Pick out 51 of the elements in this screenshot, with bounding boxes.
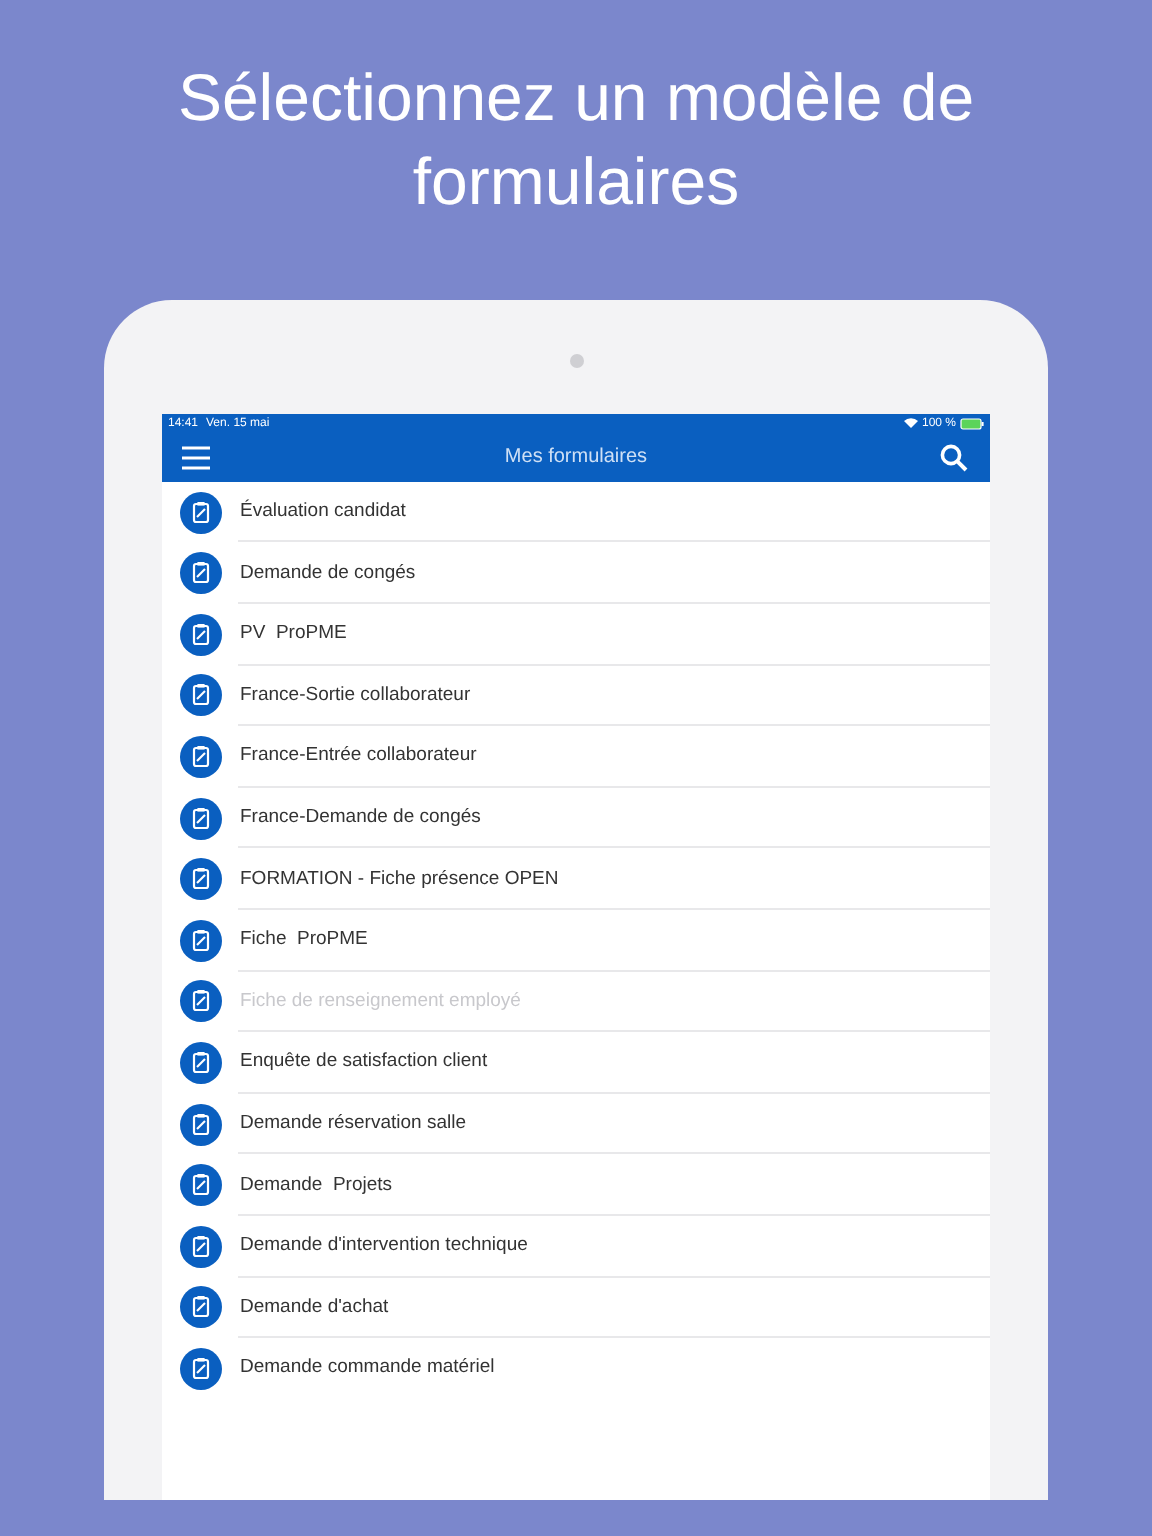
search-icon <box>940 443 968 472</box>
form-icon <box>180 919 222 962</box>
form-list-item[interactable]: Demande commande matériel <box>162 1338 990 1400</box>
form-label: Demande d'intervention technique <box>240 1232 528 1261</box>
form-list-item[interactable]: FORMATION - Fiche présence OPEN <box>162 848 990 910</box>
form-list-item[interactable]: Évaluation candidat <box>162 481 990 543</box>
form-icon <box>180 1041 222 1084</box>
form-icon <box>180 858 222 901</box>
battery-icon <box>960 417 984 430</box>
form-label: France-Demande de congés <box>240 803 481 832</box>
form-icon <box>180 1286 222 1329</box>
form-label: France-Sortie collaborateur <box>240 681 471 710</box>
form-list-item[interactable]: PV ProPME <box>162 603 990 666</box>
form-icon <box>180 1225 222 1268</box>
form-icon <box>180 797 222 840</box>
form-label: France-Entrée collaborateur <box>240 742 477 771</box>
form-label: Demande de congés <box>240 559 416 588</box>
form-list-item[interactable]: Demande d'achat <box>162 1277 990 1339</box>
form-list-item[interactable]: Demande d'intervention technique <box>162 1215 990 1278</box>
form-icon <box>180 980 222 1023</box>
nav-title: Mes formulaires <box>502 444 650 473</box>
form-icon <box>180 674 222 717</box>
menu-icon <box>182 445 210 470</box>
form-label: PV ProPME <box>240 620 347 649</box>
form-list-item[interactable]: Enquête de satisfaction client <box>162 1032 990 1094</box>
form-label: Demande commande matériel <box>240 1354 495 1383</box>
form-list-item[interactable]: France-Entrée collaborateur <box>162 726 990 788</box>
wifi-icon <box>903 418 918 429</box>
form-list-item[interactable]: France-Sortie collaborateur <box>162 665 990 727</box>
form-icon <box>180 1164 222 1207</box>
form-list-item[interactable]: Fiche ProPME <box>162 909 990 972</box>
form-icon <box>180 491 222 534</box>
form-label: Enquête de satisfaction client <box>240 1048 488 1077</box>
form-icon <box>180 1103 222 1146</box>
form-icon <box>180 735 222 778</box>
form-icon <box>180 1347 222 1390</box>
form-label: Demande d'achat <box>240 1293 389 1322</box>
form-label: Fiche ProPME <box>240 926 368 955</box>
form-label: FORMATION - Fiche présence OPEN <box>240 865 559 894</box>
headline: Sélectionnez un modèle de formulaires <box>176 58 976 222</box>
form-list-item[interactable]: France-Demande de congés <box>162 787 990 849</box>
form-list-item[interactable]: Demande de congés <box>162 542 990 604</box>
search-button[interactable] <box>940 442 970 473</box>
form-list-item[interactable]: Demande Projets <box>162 1154 990 1216</box>
form-label: Demande Projets <box>240 1171 393 1199</box>
form-label: Demande réservation salle <box>240 1109 467 1138</box>
form-icon <box>180 552 222 595</box>
form-icon <box>180 613 222 656</box>
form-label: Évaluation candidat <box>240 497 406 526</box>
form-list-item[interactable]: Demande réservation salle <box>162 1093 990 1155</box>
menu-button[interactable] <box>182 444 212 471</box>
